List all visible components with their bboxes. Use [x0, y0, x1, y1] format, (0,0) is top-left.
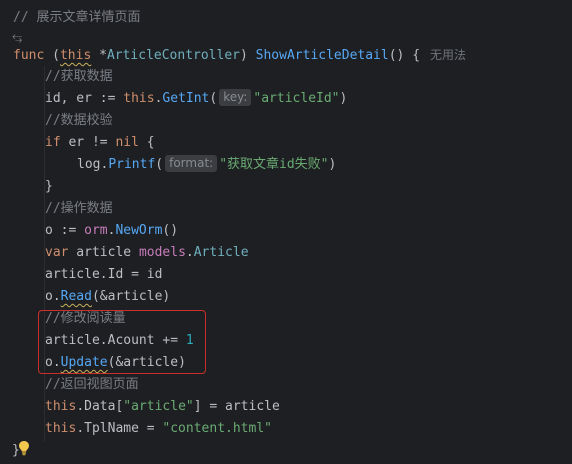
- code-line[interactable]: log.Printf(format: "获取文章id失败"): [77, 154, 336, 176]
- code-text: article.Acount +=: [45, 333, 186, 348]
- method-call: Printf: [108, 157, 156, 172]
- code-text: ] = article: [193, 399, 280, 414]
- code-text: .Data[: [76, 399, 124, 414]
- code-text: o.: [45, 355, 61, 370]
- paren-close: ): [339, 91, 348, 106]
- package-name: models: [138, 245, 186, 260]
- comment-line[interactable]: //操作数据: [45, 198, 113, 220]
- keyword-this: this: [45, 399, 77, 414]
- receiver-type: ArticleController: [106, 48, 240, 63]
- keyword-this: this: [45, 421, 77, 436]
- code-line[interactable]: var article models.Article: [45, 242, 249, 264]
- string-literal: "article": [123, 399, 194, 414]
- lightbulb-icon[interactable]: [18, 440, 30, 456]
- comment-text: //修改阅读量: [45, 311, 126, 326]
- receiver-this: this: [59, 48, 92, 63]
- code-text: o.: [45, 289, 61, 304]
- glyph-text: ⥃: [12, 30, 23, 45]
- code-line[interactable]: this.Data["article"] = article: [45, 396, 280, 418]
- code-text: (&article): [107, 355, 186, 370]
- code-text: (&article): [91, 289, 171, 304]
- code-line[interactable]: o.Read(&article): [45, 286, 170, 308]
- code-line[interactable]: }: [45, 176, 53, 198]
- comment-text: //数据校验: [45, 113, 113, 128]
- dot: .: [185, 245, 194, 260]
- package-name: log: [77, 157, 101, 172]
- method-call: Update: [60, 355, 108, 370]
- comment-line[interactable]: //修改阅读量: [45, 308, 126, 330]
- keyword-nil: nil: [115, 135, 139, 150]
- comment-text: //操作数据: [45, 201, 113, 216]
- method-call: Read: [60, 289, 92, 304]
- comment-line[interactable]: //获取数据: [45, 66, 113, 88]
- brace: {: [138, 135, 155, 150]
- code-line[interactable]: article.Id = id: [45, 264, 162, 286]
- comment-text: //返回视图页面: [45, 377, 139, 392]
- paren-close: ): [240, 48, 256, 63]
- code-line[interactable]: id, er := this.GetInt(key: "articleId"): [45, 88, 347, 110]
- function-name: ShowArticleDetail: [255, 48, 389, 63]
- pointer-star: *: [91, 48, 107, 63]
- code-text: er !=: [60, 135, 116, 150]
- comment-line[interactable]: //数据校验: [45, 110, 113, 132]
- paren-open: (: [44, 48, 60, 63]
- code-line[interactable]: o := orm.NewOrm(): [45, 220, 178, 242]
- parameter-hint: key:: [219, 89, 252, 106]
- comment-line[interactable]: // 展示文章详情页面: [13, 7, 140, 29]
- comment-text: // 展示文章详情页面: [13, 10, 141, 25]
- package-name: orm: [84, 223, 108, 238]
- type-name: Article: [193, 245, 249, 260]
- string-literal: "content.html": [162, 421, 272, 436]
- parameter-hint: format:: [165, 155, 218, 172]
- variable-name: article: [68, 245, 139, 260]
- keyword-if: if: [45, 135, 61, 150]
- keyword-this: this: [123, 91, 155, 106]
- code-text: o :=: [45, 223, 85, 238]
- method-call: GetInt: [162, 91, 210, 106]
- keyword-func: func: [13, 48, 45, 63]
- number-literal: 1: [185, 333, 194, 348]
- signature-end: () {: [388, 48, 421, 63]
- func-declaration[interactable]: func (this *ArticleController) ShowArtic…: [13, 44, 466, 66]
- string-literal: "articleId": [253, 91, 340, 106]
- code-text: article.Id = id: [45, 267, 163, 282]
- paren-open: (: [209, 91, 218, 106]
- paren-pair: (): [162, 223, 179, 238]
- code-editor[interactable]: // 展示文章详情页面 ⥃ func (this *ArticleControl…: [0, 0, 572, 464]
- brace: }: [45, 179, 53, 194]
- paren-close: ): [328, 157, 337, 172]
- code-text: id, er :=: [45, 91, 124, 106]
- code-line[interactable]: article.Acount += 1: [45, 330, 194, 352]
- paren-open: (: [155, 157, 164, 172]
- string-literal: "获取文章id失败": [219, 157, 329, 172]
- method-call: NewOrm: [115, 223, 163, 238]
- comment-text: //获取数据: [45, 69, 113, 84]
- code-text: .TplName =: [76, 421, 163, 436]
- code-line[interactable]: o.Update(&article): [45, 352, 186, 374]
- keyword-var: var: [45, 245, 69, 260]
- code-line[interactable]: this.TplName = "content.html": [45, 418, 272, 440]
- unused-hint[interactable]: 无用法: [430, 48, 466, 62]
- comment-line[interactable]: //返回视图页面: [45, 374, 139, 396]
- code-line[interactable]: if er != nil {: [45, 132, 155, 154]
